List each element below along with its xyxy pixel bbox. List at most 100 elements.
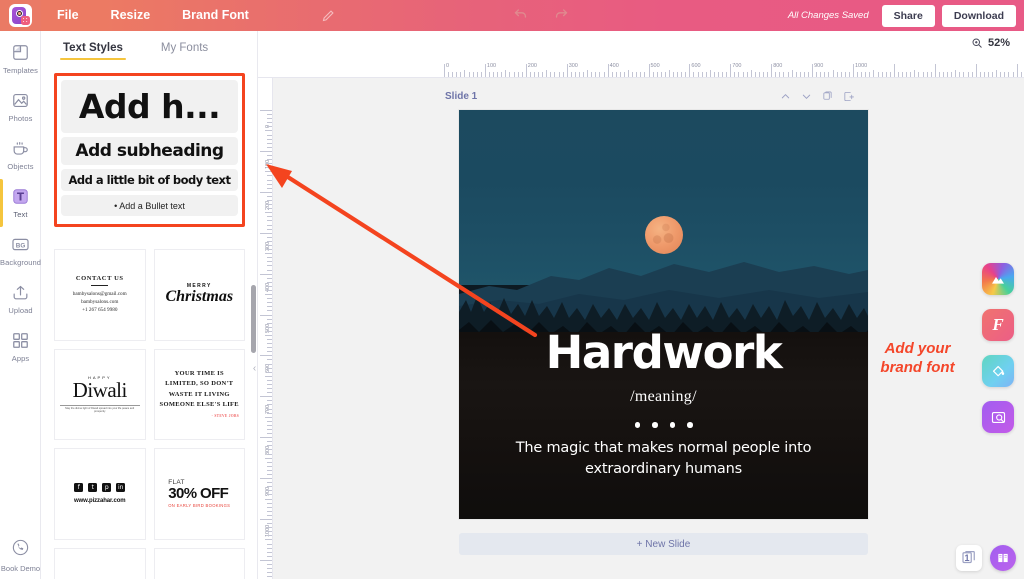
ruler-minor-tick: [267, 363, 272, 365]
ruler-minor-tick: [656, 72, 658, 77]
move-up-icon[interactable]: [780, 91, 791, 102]
text-style-bullet[interactable]: • Add a Bullet text: [61, 195, 238, 216]
list-item[interactable]: f t p in www.pizzahar.com: [54, 448, 146, 540]
ruler-minor-tick: [619, 72, 621, 77]
share-button[interactable]: Share: [881, 4, 935, 27]
image-search-app-icon[interactable]: [982, 401, 1014, 433]
ruler-minor-tick: [267, 183, 272, 185]
ruler-minor-tick: [267, 208, 272, 210]
tab-my-fonts[interactable]: My Fonts: [161, 42, 208, 60]
undo-icon[interactable]: [512, 5, 529, 27]
list-item[interactable]: MERRY Christmas: [153, 249, 245, 341]
new-slide-button[interactable]: + New Slide: [459, 533, 868, 555]
ruler-minor-tick: [611, 72, 613, 77]
ruler-minor-tick: [267, 204, 272, 206]
text-style-subheading[interactable]: Add subheading: [61, 137, 238, 165]
sidebar-item-text[interactable]: T Text: [0, 175, 41, 227]
ruler-minor-tick: [587, 70, 589, 77]
text-style-heading[interactable]: Add h...: [61, 80, 238, 133]
text-style-body[interactable]: Add a little bit of body text: [61, 169, 238, 191]
sidebar-item-apps[interactable]: Apps: [0, 319, 41, 367]
ruler-minor-tick: [267, 461, 272, 463]
slide-meaning[interactable]: /meaning/: [459, 388, 868, 406]
book-demo-button[interactable]: Book Demo: [0, 538, 41, 573]
duplicate-slide-icon[interactable]: [822, 91, 833, 102]
menu-item-file[interactable]: File: [41, 0, 95, 31]
ruler-minor-tick: [873, 70, 875, 77]
ruler-minor-tick: [681, 72, 683, 77]
sidebar-item-templates[interactable]: Templates: [0, 31, 41, 79]
sidebar-item-background[interactable]: BG Background: [0, 223, 41, 271]
ruler-minor-tick: [267, 142, 272, 144]
move-down-icon[interactable]: [801, 91, 812, 102]
ruler-minor-tick: [628, 70, 630, 77]
ruler-minor-tick: [265, 539, 272, 541]
slide-title[interactable]: Hardwork: [459, 330, 868, 375]
ruler-minor-tick: [971, 72, 973, 77]
paint-bucket-app-icon[interactable]: [982, 355, 1014, 387]
ruler-minor-tick: [1020, 72, 1022, 77]
ruler-label: 800: [773, 63, 783, 69]
top-right-actions: All Changes Saved Share Download: [788, 0, 1016, 31]
text-style-heading-label: Add h...: [78, 87, 221, 126]
panel-scrollbar[interactable]: [251, 285, 256, 353]
slide-canvas[interactable]: Hardwork /meaning/ The magic that makes …: [459, 110, 868, 519]
ruler-minor-tick: [267, 118, 272, 120]
ruler-minor-tick: [448, 72, 450, 77]
menu-item-brand-font[interactable]: Brand Font: [166, 0, 265, 31]
panel-collapse-chevron-icon[interactable]: ‹: [250, 355, 258, 381]
color-palette-app-icon[interactable]: [982, 263, 1014, 295]
app-logo[interactable]: [0, 0, 41, 31]
ruler-label: 0: [446, 63, 450, 69]
sidebar-item-objects[interactable]: Objects: [0, 127, 41, 175]
ruler-minor-tick: [267, 199, 272, 201]
ruler-minor-tick: [938, 72, 940, 77]
ruler-minor-tick: [705, 72, 707, 77]
ruler-minor-tick: [267, 469, 272, 471]
ruler-minor-tick: [615, 72, 617, 77]
vertical-ruler: 01002003004005006007008009001000: [258, 78, 273, 579]
sidebar-item-photos[interactable]: Photos: [0, 79, 41, 127]
ruler-minor-tick: [267, 224, 272, 226]
list-item[interactable]: CONTACT US bambysalons@gmail.com bambysa…: [54, 249, 146, 341]
brand-font-app-icon[interactable]: F: [982, 309, 1014, 341]
download-button[interactable]: Download: [941, 4, 1016, 27]
ruler-minor-tick: [488, 72, 490, 77]
ruler-minor-tick: [267, 339, 272, 341]
list-item[interactable]: HURRY: [153, 547, 245, 579]
ruler-minor-tick: [493, 72, 495, 77]
slide-header: Slide 1: [445, 88, 854, 104]
ruler-tick: [975, 64, 977, 77]
ruler-label: 100: [486, 63, 497, 69]
ruler-minor-tick: [267, 122, 272, 124]
slide-body-text[interactable]: The magic that makes normal people into …: [459, 438, 868, 480]
ruler-tick: [260, 396, 272, 398]
list-item[interactable]: HAPPY Diwali May the divine light of Diw…: [54, 348, 146, 440]
ruler-tick: [934, 64, 936, 77]
add-slide-icon[interactable]: [843, 91, 854, 102]
ruler-label: 900: [814, 63, 824, 69]
redo-icon[interactable]: [553, 5, 570, 27]
ruler-tick: [260, 355, 272, 357]
edit-title-pencil-icon[interactable]: [321, 8, 336, 23]
thumb-quote-text: Your Time Is Limited, So Don't Waste It …: [159, 370, 239, 409]
ruler-minor-tick: [267, 449, 272, 451]
ruler-minor-tick: [265, 375, 272, 377]
ruler-minor-tick: [267, 326, 272, 328]
slide-count-button[interactable]: 1: [956, 545, 982, 571]
menu-item-resize[interactable]: Resize: [95, 0, 167, 31]
ruler-minor-tick: [267, 114, 272, 116]
list-item[interactable]: FOUNDER'S JOURNEY For some, map is never…: [54, 547, 146, 579]
help-guide-button[interactable]: [990, 545, 1016, 571]
sidebar-item-upload[interactable]: Upload: [0, 271, 41, 319]
ruler-minor-tick: [947, 72, 949, 77]
ruler-minor-tick: [267, 572, 272, 574]
ruler-minor-tick: [877, 72, 879, 77]
list-item[interactable]: FLAT 30% OFF ON EARLY BIRD BOOKINGS: [153, 448, 245, 540]
zoom-control[interactable]: 52%: [971, 37, 1010, 49]
list-item[interactable]: Your Time Is Limited, So Don't Waste It …: [153, 348, 245, 440]
ruler-minor-tick: [718, 72, 720, 77]
tab-text-styles[interactable]: Text Styles: [60, 42, 126, 60]
ruler-minor-tick: [963, 72, 965, 77]
ruler-minor-tick: [265, 416, 272, 418]
